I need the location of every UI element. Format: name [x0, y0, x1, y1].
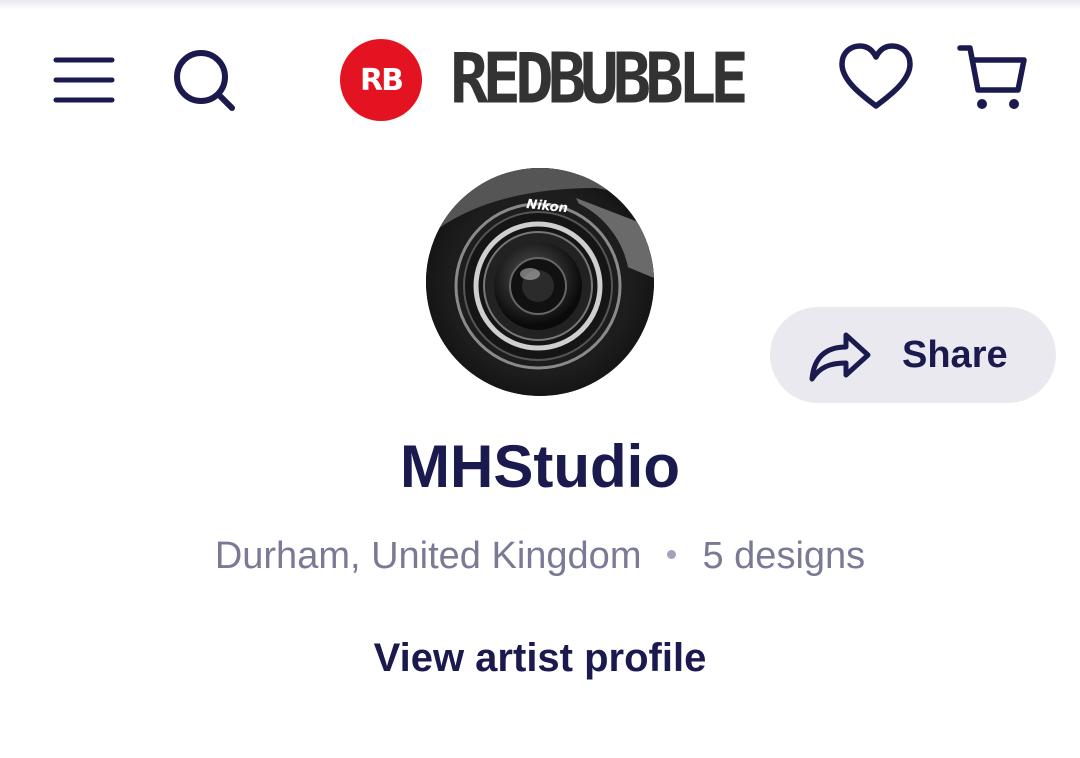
share-button[interactable]: Share [770, 307, 1056, 403]
logo-wordmark: REDBUBBLE [450, 40, 749, 120]
heart-icon[interactable] [836, 42, 916, 114]
artist-location: Durham, United Kingdom [214, 535, 642, 577]
hamburger-menu-icon[interactable] [48, 48, 120, 112]
profile-link-row: View artist profile [0, 636, 1080, 681]
artist-meta: Durham, United Kingdom 5 designs [0, 535, 1080, 578]
camera-lens-image: Nikon [426, 168, 654, 396]
logo-badge: RB [340, 39, 422, 121]
cart-icon[interactable] [954, 40, 1030, 114]
view-artist-profile-link[interactable]: View artist profile [374, 636, 707, 680]
design-count: 5 designs [702, 535, 866, 577]
share-label: Share [902, 333, 1008, 376]
redbubble-logo[interactable]: RB REDBUBBLE [340, 38, 749, 122]
artist-name: MHStudio [400, 433, 680, 500]
separator-dot [667, 550, 677, 560]
artist-avatar: Nikon [426, 168, 654, 396]
top-shadow [0, 0, 1080, 10]
share-arrow-icon [809, 332, 871, 382]
search-icon[interactable] [168, 46, 240, 114]
